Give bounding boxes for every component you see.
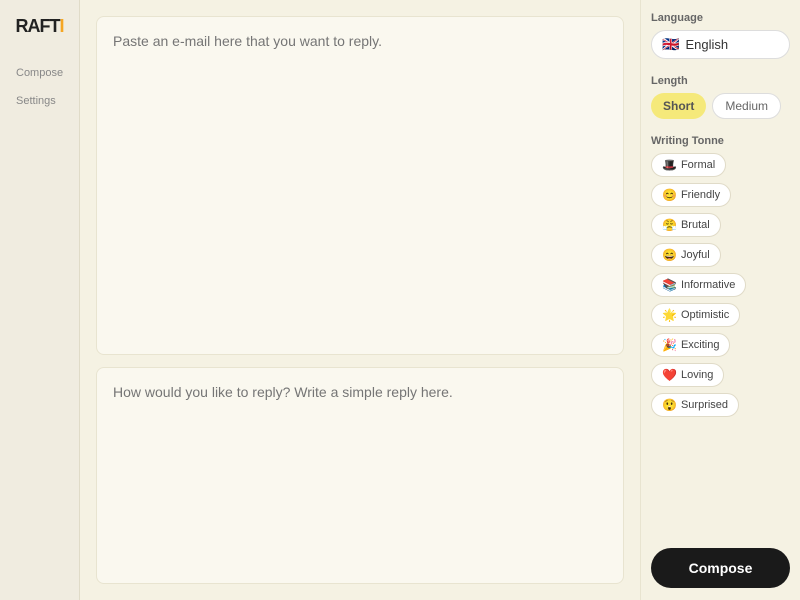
- sidebar-item-settings[interactable]: Settings: [8, 89, 71, 113]
- joyful-label: Joyful: [681, 249, 710, 261]
- formal-emoji: 🎩: [662, 158, 677, 172]
- tone-row-4: 🎉 Exciting ❤️ Loving: [651, 333, 790, 387]
- loving-emoji: ❤️: [662, 368, 677, 382]
- optimistic-label: Optimistic: [681, 309, 729, 321]
- tone-row-5: 😲 Surprised: [651, 393, 790, 417]
- tone-formal-button[interactable]: 🎩 Formal: [651, 153, 726, 177]
- length-label: Length: [651, 75, 790, 87]
- surprised-emoji: 😲: [662, 398, 677, 412]
- surprised-label: Surprised: [681, 399, 728, 411]
- tone-row-3: 📚 Informative 🌟 Optimistic: [651, 273, 790, 327]
- friendly-label: Friendly: [681, 189, 720, 201]
- exciting-emoji: 🎉: [662, 338, 677, 352]
- tone-optimistic-button[interactable]: 🌟 Optimistic: [651, 303, 740, 327]
- tone-brutal-button[interactable]: 😤 Brutal: [651, 213, 721, 237]
- email-input[interactable]: [113, 33, 607, 338]
- loving-label: Loving: [681, 369, 713, 381]
- tone-loving-button[interactable]: ❤️ Loving: [651, 363, 724, 387]
- joyful-emoji: 😄: [662, 248, 677, 262]
- tone-row-2: 😤 Brutal 😄 Joyful: [651, 213, 790, 267]
- length-short-button[interactable]: Short: [651, 93, 706, 119]
- friendly-emoji: 😊: [662, 188, 677, 202]
- language-label: Language: [651, 12, 790, 24]
- language-value: English: [685, 37, 728, 52]
- reply-input-container: [96, 367, 624, 584]
- sidebar-nav: Compose Settings: [0, 61, 79, 113]
- length-section: Length Short Medium: [651, 75, 790, 119]
- reply-input[interactable]: [113, 384, 607, 567]
- tone-friendly-button[interactable]: 😊 Friendly: [651, 183, 731, 207]
- app-logo: RAFTI: [7, 16, 71, 37]
- flag-icon: 🇬🇧: [662, 36, 679, 53]
- formal-label: Formal: [681, 159, 715, 171]
- language-section: Language 🇬🇧 English: [651, 12, 790, 59]
- sidebar: RAFTI Compose Settings: [0, 0, 80, 600]
- writing-tonne-section: Writing Tonne 🎩 Formal 😊 Friendly 😤 Brut…: [651, 135, 790, 417]
- length-medium-button[interactable]: Medium: [712, 93, 781, 119]
- tone-exciting-button[interactable]: 🎉 Exciting: [651, 333, 730, 357]
- email-input-container: [96, 16, 624, 355]
- tone-informative-button[interactable]: 📚 Informative: [651, 273, 746, 297]
- tone-row-1: 🎩 Formal 😊 Friendly: [651, 153, 790, 207]
- tone-grid: 🎩 Formal 😊 Friendly 😤 Brutal 😄 Joyful: [651, 153, 790, 417]
- brutal-label: Brutal: [681, 219, 710, 231]
- main-content: [80, 0, 640, 600]
- tone-surprised-button[interactable]: 😲 Surprised: [651, 393, 739, 417]
- exciting-label: Exciting: [681, 339, 720, 351]
- language-selector[interactable]: 🇬🇧 English: [651, 30, 790, 59]
- optimistic-emoji: 🌟: [662, 308, 677, 322]
- tone-joyful-button[interactable]: 😄 Joyful: [651, 243, 721, 267]
- informative-emoji: 📚: [662, 278, 677, 292]
- informative-label: Informative: [681, 279, 735, 291]
- sidebar-item-compose[interactable]: Compose: [8, 61, 71, 85]
- logo-accent: I: [59, 16, 63, 36]
- brutal-emoji: 😤: [662, 218, 677, 232]
- right-panel: Language 🇬🇧 English Length Short Medium …: [640, 0, 800, 600]
- compose-button[interactable]: Compose: [651, 548, 790, 588]
- length-buttons: Short Medium: [651, 93, 790, 119]
- writing-tonne-label: Writing Tonne: [651, 135, 790, 147]
